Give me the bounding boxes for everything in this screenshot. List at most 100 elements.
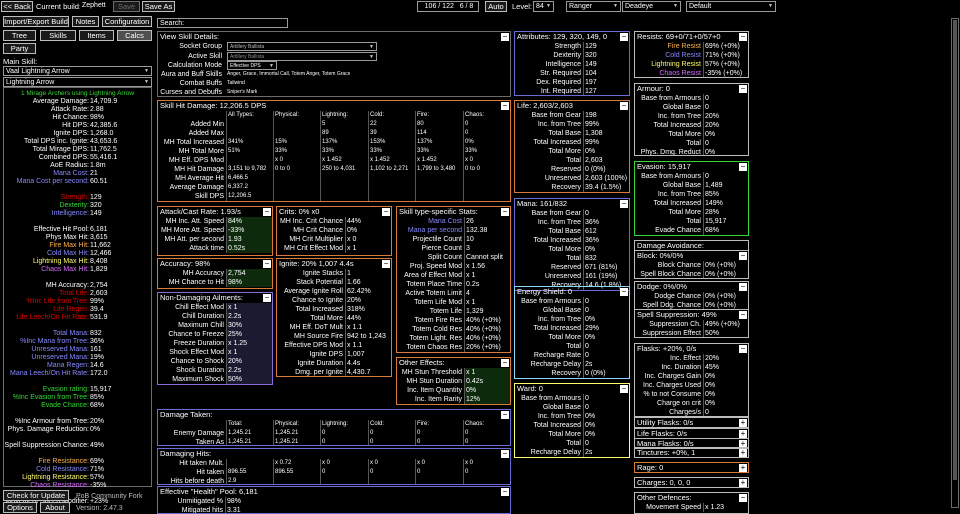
back-button[interactable]: << Back bbox=[1, 1, 33, 12]
save-button[interactable]: Save bbox=[113, 1, 140, 12]
rage-section: Rage: 0 + bbox=[634, 462, 749, 473]
table-cell: 89 bbox=[320, 129, 367, 138]
collapse-toggle[interactable]: − bbox=[501, 208, 509, 216]
configuration-button[interactable]: Configuration bbox=[102, 16, 152, 27]
row-label: Inc. from Tree bbox=[657, 113, 701, 120]
table-cell bbox=[415, 477, 462, 484]
collapse-toggle[interactable]: − bbox=[501, 450, 509, 458]
active-skill-select[interactable]: Artillery Ballista bbox=[227, 52, 377, 61]
notes-button[interactable]: Notes bbox=[72, 16, 99, 27]
row-label: Inc. Charges Gain bbox=[644, 373, 701, 380]
data-row: Int. Required 127 bbox=[515, 87, 629, 95]
row-value: 0% bbox=[583, 421, 629, 430]
table-cell: 0 bbox=[368, 429, 415, 438]
collapse-toggle[interactable]: − bbox=[501, 102, 509, 110]
collapse-toggle[interactable]: − bbox=[263, 294, 271, 302]
expand-toggle[interactable]: + bbox=[739, 449, 747, 457]
collapse-toggle[interactable]: − bbox=[620, 102, 628, 110]
collapse-toggle[interactable]: − bbox=[739, 163, 747, 171]
profile-select[interactable]: Default bbox=[686, 1, 776, 12]
data-row: Chill Effect Mod x 1 bbox=[158, 303, 272, 312]
collapse-toggle[interactable]: − bbox=[382, 260, 390, 268]
ascendancy-select[interactable]: Deadeye bbox=[622, 1, 681, 12]
collapse-toggle[interactable]: − bbox=[263, 208, 271, 216]
calc-mode-select[interactable]: Effective DPS bbox=[227, 61, 277, 70]
stat-row: Lightning Resistance: 57% bbox=[4, 473, 151, 481]
row-label: MH Stun Threshold bbox=[401, 369, 462, 376]
row-label: MH Eff. DoT Mult bbox=[289, 324, 343, 331]
sub-skill-select[interactable]: Lightning Arrow bbox=[3, 77, 152, 87]
expand-toggle[interactable]: + bbox=[739, 419, 747, 427]
row-label: % to not Consume bbox=[643, 391, 701, 398]
data-row: Split Count Cannot split bbox=[397, 253, 510, 262]
collapse-toggle[interactable]: − bbox=[739, 283, 747, 291]
table-cell: 6,466.5 bbox=[226, 174, 273, 183]
row-label: Total bbox=[686, 218, 701, 225]
section-title: Energy Shield: 0 bbox=[517, 287, 573, 296]
class-select[interactable]: Ranger bbox=[566, 1, 621, 12]
data-row: Spell Block Chance 0% (+0%) bbox=[635, 270, 748, 278]
socket-group-select[interactable]: Artillery Ballista bbox=[227, 42, 377, 51]
expand-toggle[interactable]: + bbox=[739, 479, 747, 487]
table-cell: x 1.452 bbox=[368, 156, 415, 165]
about-button[interactable]: About bbox=[40, 502, 70, 513]
data-row: Totem Fire Res 40% (+0%) bbox=[397, 316, 510, 325]
data-row: Total Increased 29% bbox=[515, 324, 629, 333]
row-value: 71% (+0%) bbox=[703, 51, 748, 60]
main-skill-select[interactable]: Vaal Lightning Arrow bbox=[3, 66, 152, 76]
collapse-toggle[interactable]: − bbox=[739, 311, 747, 319]
options-button[interactable]: Options bbox=[3, 502, 37, 513]
check-update-button[interactable]: Check for Update bbox=[3, 490, 69, 501]
save-as-button[interactable]: Save As bbox=[142, 1, 175, 12]
data-row: Unreserved 161 (19%) bbox=[515, 272, 629, 281]
tab-items[interactable]: Items bbox=[79, 30, 114, 41]
row-value: 0% bbox=[703, 390, 748, 399]
collapse-toggle[interactable]: − bbox=[739, 33, 747, 41]
row-value: 20% bbox=[703, 354, 748, 363]
collapse-toggle[interactable]: − bbox=[620, 288, 628, 296]
row-label: Attack time bbox=[189, 245, 224, 252]
collapse-toggle[interactable]: − bbox=[620, 385, 628, 393]
search-input[interactable]: Search: bbox=[157, 18, 288, 28]
table-cell bbox=[368, 174, 415, 183]
main-scrollbar[interactable] bbox=[951, 18, 959, 508]
collapse-toggle[interactable]: − bbox=[620, 200, 628, 208]
table-cell: 33% bbox=[368, 147, 415, 156]
row-value: 671 (81%) bbox=[583, 263, 629, 272]
level-select[interactable]: 84 bbox=[533, 1, 554, 12]
data-row: Base from Armours 0 bbox=[515, 297, 629, 306]
tab-calcs[interactable]: Calcs bbox=[117, 30, 152, 41]
collapse-toggle[interactable]: − bbox=[263, 260, 271, 268]
row-label: Recharge Rate bbox=[533, 352, 581, 359]
row-value: 0 bbox=[583, 394, 629, 403]
collapse-toggle[interactable]: − bbox=[739, 494, 747, 502]
table-cell bbox=[368, 183, 415, 192]
row-label: Mitigated hits bbox=[181, 507, 223, 514]
stat-row: Total Mana: 832 bbox=[4, 329, 151, 337]
expand-toggle[interactable]: + bbox=[739, 430, 747, 438]
collapse-toggle[interactable]: − bbox=[501, 488, 509, 496]
tab-tree[interactable]: Tree bbox=[3, 30, 36, 41]
collapse-toggle[interactable]: − bbox=[382, 208, 390, 216]
import-export-button[interactable]: Import/Export Build bbox=[3, 16, 69, 27]
table-cell: 0 bbox=[415, 468, 462, 477]
expand-toggle[interactable]: + bbox=[739, 464, 747, 472]
collapse-toggle[interactable]: − bbox=[739, 345, 747, 353]
stat-row: Total DPS inc. Ignite: 43,653.6 bbox=[4, 137, 151, 145]
resists-section: Resists: 69+0/71+0/57+0 − Fire Resist 69%… bbox=[634, 31, 749, 78]
tab-party[interactable]: Party bbox=[3, 43, 36, 54]
table-cell: 0 bbox=[463, 429, 510, 438]
table-cell bbox=[320, 477, 367, 484]
collapse-toggle[interactable]: − bbox=[501, 411, 509, 419]
stat-row: Intelligence: 149 bbox=[4, 209, 151, 217]
collapse-toggle[interactable]: − bbox=[739, 252, 747, 260]
collapse-toggle[interactable]: − bbox=[501, 359, 509, 367]
data-row: MH Att. per second 1.93 bbox=[158, 235, 272, 244]
collapse-toggle[interactable]: − bbox=[501, 33, 509, 41]
scrollbar-thumb[interactable] bbox=[953, 20, 957, 480]
row-label: Dex. Required bbox=[536, 79, 581, 86]
collapse-toggle[interactable]: − bbox=[620, 33, 628, 41]
collapse-toggle[interactable]: − bbox=[739, 85, 747, 93]
tab-skills[interactable]: Skills bbox=[40, 30, 76, 41]
auto-level-button[interactable]: Auto bbox=[485, 1, 507, 12]
